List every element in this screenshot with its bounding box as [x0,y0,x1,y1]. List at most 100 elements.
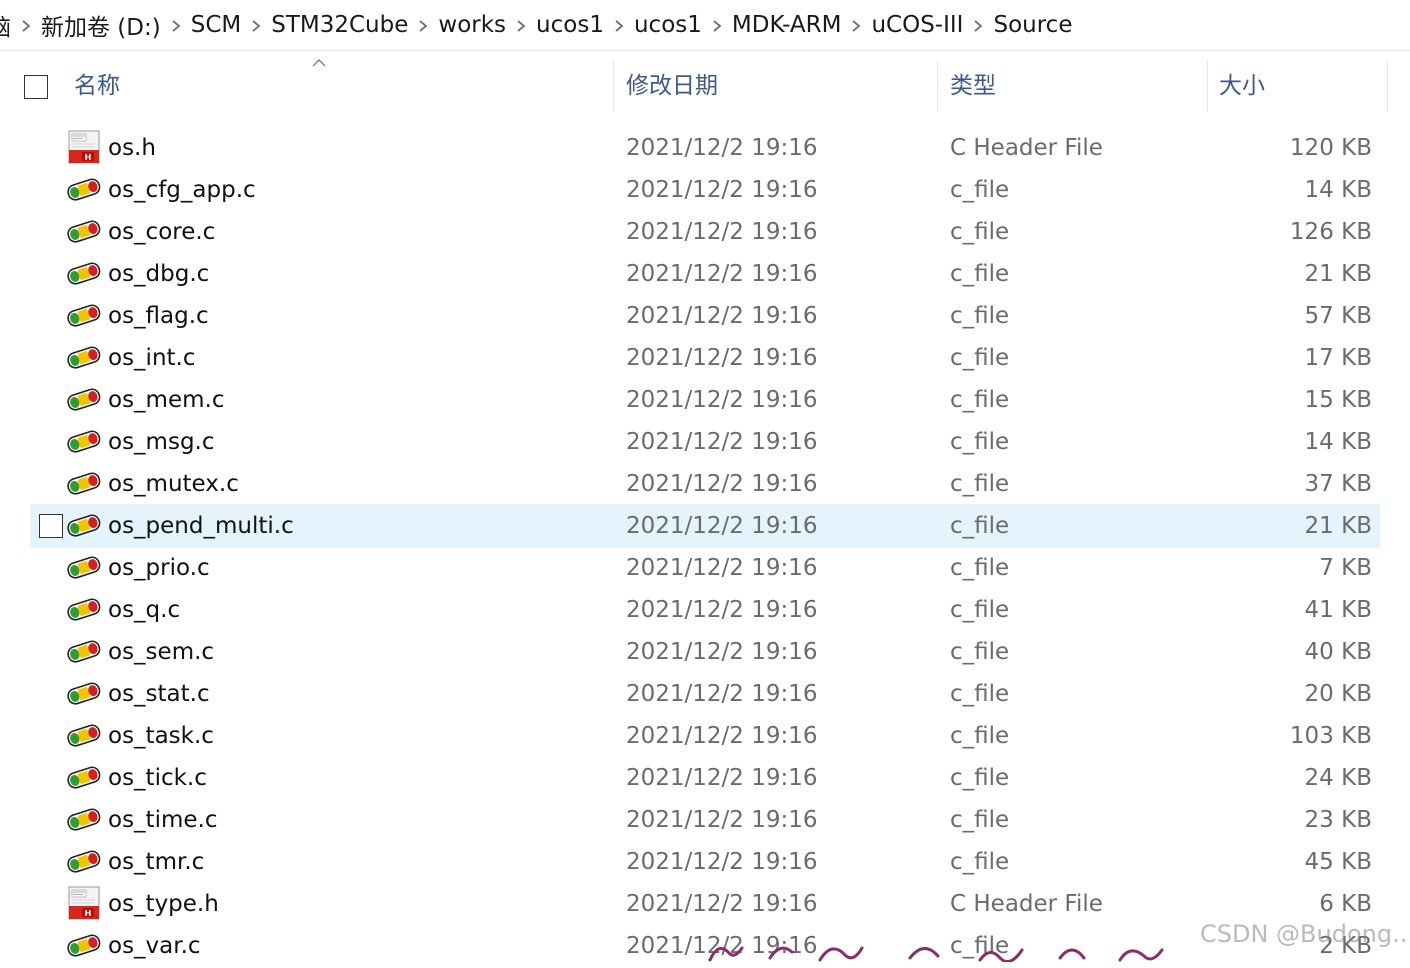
chevron-right-icon[interactable] [161,16,191,35]
file-name[interactable]: os_msg.c [108,420,215,464]
file-type: c_file [950,303,1010,329]
breadcrumb-item[interactable]: STM32Cube [271,12,408,38]
breadcrumb-item[interactable]: 新加卷 (D:) [41,8,161,42]
file-name[interactable]: os_mutex.c [108,462,239,506]
file-row[interactable]: os_tick.c 2021/12/2 19:16 c_file 24 KB [30,756,1380,800]
keil-c-file-icon [67,718,101,752]
file-row[interactable]: os_time.c 2021/12/2 19:16 c_file 23 KB [30,798,1380,842]
keil-c-file-icon [67,466,101,500]
file-row[interactable]: os_core.c 2021/12/2 19:16 c_file 126 KB [30,210,1380,254]
chevron-right-icon[interactable] [241,16,271,35]
file-name[interactable]: os_prio.c [108,546,210,590]
file-date: 2021/12/2 19:16 [626,891,818,917]
file-name[interactable]: os_time.c [108,798,217,842]
file-name[interactable]: os_type.h [108,882,219,926]
file-type: c_file [950,723,1010,749]
file-name[interactable]: os.h [108,126,156,170]
column-header-type[interactable]: 类型 [950,58,996,114]
file-row[interactable]: os_task.c 2021/12/2 19:16 c_file 103 KB [30,714,1380,758]
row-checkbox[interactable] [39,514,63,538]
file-size: 41 KB [1304,597,1372,623]
file-date: 2021/12/2 19:16 [626,513,818,539]
file-date: 2021/12/2 19:16 [626,135,818,161]
file-row[interactable]: os_flag.c 2021/12/2 19:16 c_file 57 KB [30,294,1380,338]
chevron-right-icon[interactable] [963,16,993,35]
breadcrumb-item[interactable]: ucos1 [634,12,702,38]
file-date: 2021/12/2 19:16 [626,597,818,623]
file-date: 2021/12/2 19:16 [626,345,818,371]
file-size: 45 KB [1304,849,1372,875]
select-all-checkbox[interactable] [24,75,48,99]
column-header-date[interactable]: 修改日期 [626,58,718,114]
column-divider[interactable] [1387,60,1388,112]
column-divider[interactable] [613,60,614,112]
file-type: c_file [950,513,1010,539]
breadcrumb-item[interactable]: SCM [191,12,242,38]
breadcrumb-item[interactable]: MDK-ARM [732,12,842,38]
file-name[interactable]: os_tmr.c [108,840,204,884]
file-date: 2021/12/2 19:16 [626,807,818,833]
file-name[interactable]: os_pend_multi.c [108,504,294,548]
file-name[interactable]: os_cfg_app.c [108,168,256,212]
chevron-right-icon[interactable] [841,16,871,35]
keil-c-file-icon [67,256,101,290]
breadcrumb-item[interactable]: 脑 [0,8,11,42]
column-header-size[interactable]: 大小 [1219,58,1265,114]
file-row[interactable]: os_sem.c 2021/12/2 19:16 c_file 40 KB [30,630,1380,674]
chevron-right-icon[interactable] [506,16,536,35]
file-row[interactable]: os_stat.c 2021/12/2 19:16 c_file 20 KB [30,672,1380,716]
file-row[interactable]: Hos.h 2021/12/2 19:16 C Header File 120 KB [30,126,1380,170]
file-row[interactable]: os_tmr.c 2021/12/2 19:16 c_file 45 KB [30,840,1380,884]
breadcrumb-item[interactable]: uCOS-III [871,12,963,38]
file-name[interactable]: os_var.c [108,924,201,968]
chevron-right-icon[interactable] [702,16,732,35]
file-name[interactable]: os_stat.c [108,672,210,716]
file-name[interactable]: os_mem.c [108,378,224,422]
keil-c-file-icon [67,424,101,458]
column-divider[interactable] [937,60,938,112]
file-size: 103 KB [1289,723,1372,749]
keil-c-file-icon [67,508,101,542]
file-size: 20 KB [1304,681,1372,707]
chevron-right-icon[interactable] [604,16,634,35]
file-row[interactable]: os_pend_multi.c 2021/12/2 19:16 c_file 21 K… [30,504,1380,548]
file-date: 2021/12/2 19:16 [626,723,818,749]
file-date: 2021/12/2 19:16 [626,471,818,497]
file-row[interactable]: os_int.c 2021/12/2 19:16 c_file 17 KB [30,336,1380,380]
chevron-right-icon[interactable] [11,16,41,35]
file-size: 15 KB [1304,387,1372,413]
file-name[interactable]: os_task.c [108,714,214,758]
file-row[interactable]: os_msg.c 2021/12/2 19:16 c_file 14 KB [30,420,1380,464]
file-row[interactable]: os_mem.c 2021/12/2 19:16 c_file 15 KB [30,378,1380,422]
file-row[interactable]: os_mutex.c 2021/12/2 19:16 c_file 37 KB [30,462,1380,506]
keil-c-file-icon [67,340,101,374]
file-row[interactable]: Hos_type.h 2021/12/2 19:16 C Header File 6 … [30,882,1380,926]
file-name[interactable]: os_q.c [108,588,180,632]
file-type: c_file [950,177,1010,203]
file-row[interactable]: os_prio.c 2021/12/2 19:16 c_file 7 KB [30,546,1380,590]
handwriting-scribble [708,946,1164,962]
file-row[interactable]: os_q.c 2021/12/2 19:16 c_file 41 KB [30,588,1380,632]
breadcrumb-item[interactable]: Source [993,12,1072,38]
file-date: 2021/12/2 19:16 [626,765,818,791]
file-row[interactable]: os_dbg.c 2021/12/2 19:16 c_file 21 KB [30,252,1380,296]
column-divider[interactable] [1207,60,1208,112]
file-type: c_file [950,639,1010,665]
file-type: c_file [950,765,1010,791]
file-name[interactable]: os_int.c [108,336,196,380]
file-name[interactable]: os_tick.c [108,756,207,800]
file-name[interactable]: os_flag.c [108,294,209,338]
file-size: 21 KB [1304,513,1372,539]
chevron-right-icon[interactable] [408,16,438,35]
file-name[interactable]: os_sem.c [108,630,214,674]
file-name[interactable]: os_dbg.c [108,252,209,296]
file-type: C Header File [950,135,1103,161]
column-header-name[interactable]: 名称 [74,58,120,114]
file-date: 2021/12/2 19:16 [626,303,818,329]
breadcrumb-item[interactable]: works [438,12,506,38]
file-row[interactable]: os_cfg_app.c 2021/12/2 19:16 c_file 14 KB [30,168,1380,212]
breadcrumb: 脑新加卷 (D:) SCM STM32Cube works ucos1 ucos1 MDK-… [0,0,1410,51]
file-name[interactable]: os_core.c [108,210,215,254]
breadcrumb-item[interactable]: ucos1 [536,12,604,38]
keil-c-file-icon [67,634,101,668]
